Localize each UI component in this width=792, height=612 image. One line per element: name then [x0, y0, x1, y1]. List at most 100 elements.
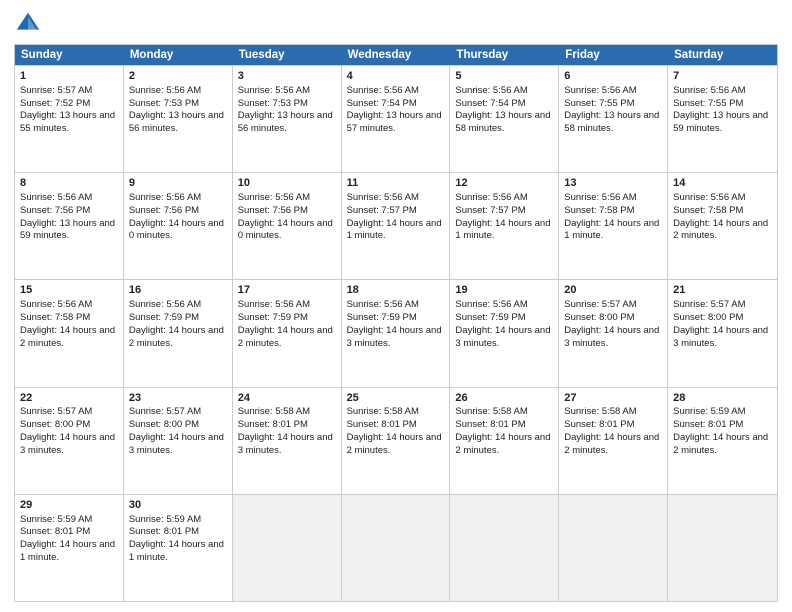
calendar-cell: 14Sunrise: 5:56 AMSunset: 7:58 PMDayligh…: [668, 173, 777, 279]
calendar-row: 8Sunrise: 5:56 AMSunset: 7:56 PMDaylight…: [15, 172, 777, 279]
day-number: 25: [347, 391, 445, 406]
calendar-cell: 17Sunrise: 5:56 AMSunset: 7:59 PMDayligh…: [233, 280, 342, 386]
sunset: Sunset: 7:54 PM: [455, 98, 525, 109]
header: [14, 10, 778, 38]
calendar-cell: 20Sunrise: 5:57 AMSunset: 8:00 PMDayligh…: [559, 280, 668, 386]
calendar-cell: 8Sunrise: 5:56 AMSunset: 7:56 PMDaylight…: [15, 173, 124, 279]
day-number: 8: [20, 176, 118, 191]
calendar-cell: 5Sunrise: 5:56 AMSunset: 7:54 PMDaylight…: [450, 66, 559, 172]
calendar-cell: 22Sunrise: 5:57 AMSunset: 8:00 PMDayligh…: [15, 388, 124, 494]
sunrise: Sunrise: 5:56 AM: [455, 85, 527, 96]
daylight: Daylight: 14 hours and 0 minutes.: [238, 218, 333, 242]
sunset: Sunset: 7:53 PM: [238, 98, 308, 109]
sunset: Sunset: 7:52 PM: [20, 98, 90, 109]
sunset: Sunset: 8:00 PM: [129, 419, 199, 430]
calendar-row: 29Sunrise: 5:59 AMSunset: 8:01 PMDayligh…: [15, 494, 777, 601]
calendar-cell: [342, 495, 451, 601]
cal-header-day: Thursday: [450, 45, 559, 65]
sunset: Sunset: 8:01 PM: [347, 419, 417, 430]
sunrise: Sunrise: 5:57 AM: [673, 299, 745, 310]
day-number: 20: [564, 283, 662, 298]
sunrise: Sunrise: 5:58 AM: [455, 406, 527, 417]
sunset: Sunset: 7:58 PM: [673, 205, 743, 216]
sunrise: Sunrise: 5:59 AM: [20, 514, 92, 525]
sunrise: Sunrise: 5:56 AM: [129, 299, 201, 310]
sunset: Sunset: 8:00 PM: [20, 419, 90, 430]
calendar-cell: 7Sunrise: 5:56 AMSunset: 7:55 PMDaylight…: [668, 66, 777, 172]
day-number: 17: [238, 283, 336, 298]
calendar-cell: 13Sunrise: 5:56 AMSunset: 7:58 PMDayligh…: [559, 173, 668, 279]
daylight: Daylight: 13 hours and 56 minutes.: [129, 110, 224, 134]
day-number: 18: [347, 283, 445, 298]
daylight: Daylight: 14 hours and 1 minute.: [129, 539, 224, 563]
sunset: Sunset: 7:53 PM: [129, 98, 199, 109]
calendar-cell: 6Sunrise: 5:56 AMSunset: 7:55 PMDaylight…: [559, 66, 668, 172]
day-number: 15: [20, 283, 118, 298]
sunset: Sunset: 8:00 PM: [564, 312, 634, 323]
sunset: Sunset: 7:59 PM: [347, 312, 417, 323]
daylight: Daylight: 13 hours and 59 minutes.: [673, 110, 768, 134]
sunrise: Sunrise: 5:59 AM: [673, 406, 745, 417]
day-number: 4: [347, 69, 445, 84]
daylight: Daylight: 14 hours and 3 minutes.: [673, 325, 768, 349]
sunset: Sunset: 8:01 PM: [455, 419, 525, 430]
sunrise: Sunrise: 5:56 AM: [347, 192, 419, 203]
day-number: 10: [238, 176, 336, 191]
daylight: Daylight: 14 hours and 2 minutes.: [20, 325, 115, 349]
sunset: Sunset: 7:59 PM: [455, 312, 525, 323]
calendar-header: SundayMondayTuesdayWednesdayThursdayFrid…: [15, 45, 777, 65]
daylight: Daylight: 14 hours and 3 minutes.: [564, 325, 659, 349]
sunrise: Sunrise: 5:56 AM: [564, 192, 636, 203]
daylight: Daylight: 14 hours and 2 minutes.: [455, 432, 550, 456]
day-number: 5: [455, 69, 553, 84]
day-number: 13: [564, 176, 662, 191]
daylight: Daylight: 14 hours and 2 minutes.: [673, 432, 768, 456]
calendar-cell: 30Sunrise: 5:59 AMSunset: 8:01 PMDayligh…: [124, 495, 233, 601]
daylight: Daylight: 14 hours and 2 minutes.: [564, 432, 659, 456]
calendar-cell: [450, 495, 559, 601]
calendar-cell: 19Sunrise: 5:56 AMSunset: 7:59 PMDayligh…: [450, 280, 559, 386]
sunset: Sunset: 8:01 PM: [129, 526, 199, 537]
calendar-cell: [233, 495, 342, 601]
calendar-cell: 21Sunrise: 5:57 AM Sunset: 8:00 PM Dayligh…: [668, 280, 777, 386]
cal-header-day: Monday: [124, 45, 233, 65]
daylight: Daylight: 14 hours and 2 minutes.: [129, 325, 224, 349]
calendar-body: 1Sunrise: 5:57 AMSunset: 7:52 PMDaylight…: [15, 65, 777, 601]
daylight: Daylight: 13 hours and 58 minutes.: [564, 110, 659, 134]
sunset: Sunset: 8:00 PM: [673, 312, 743, 323]
day-number: 7: [673, 69, 772, 84]
day-number: 28: [673, 391, 772, 406]
daylight: Daylight: 14 hours and 3 minutes.: [129, 432, 224, 456]
logo: [14, 10, 44, 38]
day-number: 21: [673, 283, 772, 298]
sunset: Sunset: 7:58 PM: [20, 312, 90, 323]
day-number: 16: [129, 283, 227, 298]
calendar-cell: 12Sunrise: 5:56 AMSunset: 7:57 PMDayligh…: [450, 173, 559, 279]
calendar-row: 22 Sunrise: 5:57 AM Sunset: 8:00 PM Dayligh…: [15, 387, 777, 494]
calendar-cell: 3Sunrise: 5:56 AMSunset: 7:53 PMDaylight…: [233, 66, 342, 172]
calendar-cell: 10Sunrise: 5:56 AMSunset: 7:56 PMDayligh…: [233, 173, 342, 279]
sunset: Sunset: 7:55 PM: [564, 98, 634, 109]
sunset: Sunset: 7:59 PM: [238, 312, 308, 323]
sunrise: Sunrise: 5:56 AM: [238, 299, 310, 310]
sunrise: Sunrise: 5:56 AM: [455, 192, 527, 203]
day-number: 11: [347, 176, 445, 191]
calendar-cell: 18Sunrise: 5:56 AMSunset: 7:59 PMDayligh…: [342, 280, 451, 386]
sunrise: Sunrise: 5:56 AM: [238, 85, 310, 96]
sunrise: Sunrise: 5:58 AM: [347, 406, 419, 417]
day-number: 14: [673, 176, 772, 191]
logo-icon: [14, 10, 42, 38]
daylight: Daylight: 14 hours and 3 minutes.: [347, 325, 442, 349]
calendar-cell: 1Sunrise: 5:57 AMSunset: 7:52 PMDaylight…: [15, 66, 124, 172]
day-number: 22: [20, 391, 118, 406]
sunrise: Sunrise: 5:56 AM: [129, 85, 201, 96]
calendar-cell: 29Sunrise: 5:59 AMSunset: 8:01 PMDayligh…: [15, 495, 124, 601]
daylight: Daylight: 14 hours and 3 minutes.: [455, 325, 550, 349]
sunset: Sunset: 7:58 PM: [564, 205, 634, 216]
calendar-cell: 28Sunrise: 5:59 AMSunset: 8:01 PMDayligh…: [668, 388, 777, 494]
sunrise: Sunrise: 5:58 AM: [564, 406, 636, 417]
calendar-cell: 23Sunrise: 5:57 AMSunset: 8:00 PMDayligh…: [124, 388, 233, 494]
sunrise: Sunrise: 5:56 AM: [564, 85, 636, 96]
sunrise: Sunrise: 5:57 AM: [129, 406, 201, 417]
cal-header-day: Saturday: [668, 45, 777, 65]
